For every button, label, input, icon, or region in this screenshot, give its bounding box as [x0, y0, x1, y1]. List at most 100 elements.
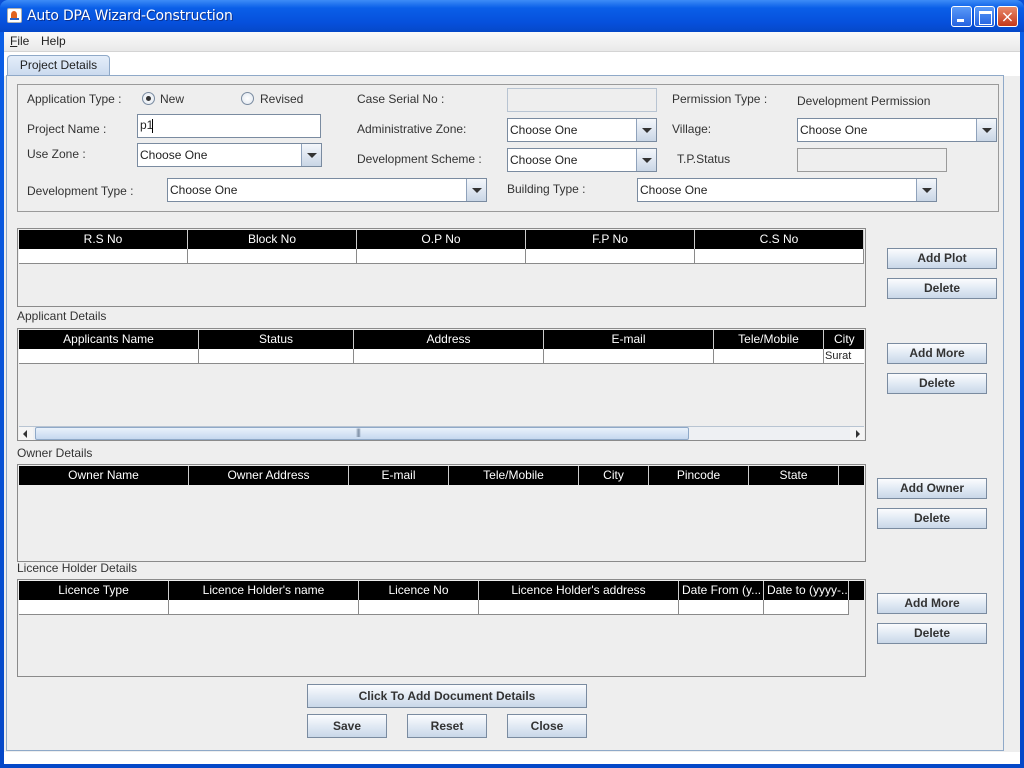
- scroll-left-icon[interactable]: [19, 427, 33, 440]
- minimize-button[interactable]: [951, 6, 972, 27]
- table-cell[interactable]: [359, 600, 479, 615]
- chevron-down-icon[interactable]: [636, 119, 656, 141]
- table-cell[interactable]: [354, 349, 544, 364]
- tp-status-field[interactable]: [797, 148, 947, 172]
- delete-owner-button[interactable]: Delete: [877, 508, 987, 529]
- radio-revised[interactable]: [241, 92, 254, 105]
- tab-project-details[interactable]: Project Details: [7, 55, 110, 76]
- column-header[interactable]: Date From (y...: [679, 581, 764, 600]
- building-type-value: Choose One: [640, 183, 708, 197]
- table-cell[interactable]: [19, 249, 188, 264]
- case-serial-no-field[interactable]: [507, 88, 657, 112]
- table-cell[interactable]: [695, 249, 864, 264]
- use-zone-select[interactable]: Choose One: [137, 143, 322, 167]
- delete-licence-button[interactable]: Delete: [877, 623, 987, 644]
- table-cell[interactable]: [479, 600, 679, 615]
- table-cell[interactable]: [679, 600, 764, 615]
- column-header[interactable]: Address: [354, 330, 544, 349]
- table-cell[interactable]: [19, 349, 199, 364]
- column-header[interactable]: R.S No: [19, 230, 188, 249]
- chevron-down-icon[interactable]: [301, 144, 321, 166]
- table-cell[interactable]: [188, 249, 357, 264]
- chevron-down-icon[interactable]: [976, 119, 996, 141]
- development-type-label: Development Type :: [27, 184, 134, 198]
- column-header[interactable]: Licence Type: [19, 581, 169, 600]
- project-name-input[interactable]: p1: [137, 114, 321, 138]
- table-cell[interactable]: [199, 349, 354, 364]
- table-cell[interactable]: [526, 249, 695, 264]
- column-header[interactable]: Status: [199, 330, 354, 349]
- scrollbar-thumb[interactable]: [35, 427, 689, 440]
- building-type-select[interactable]: Choose One: [637, 178, 937, 202]
- horizontal-scrollbar[interactable]: [19, 426, 864, 440]
- column-header[interactable]: Applicants Name: [19, 330, 199, 349]
- menu-help[interactable]: Help: [41, 34, 66, 48]
- column-header[interactable]: Tele/Mobile: [714, 330, 824, 349]
- development-type-select[interactable]: Choose One: [167, 178, 487, 202]
- plot-table-header: R.S No Block No O.P No F.P No C.S No: [19, 230, 864, 249]
- permission-type-label: Permission Type :: [672, 92, 768, 106]
- column-header[interactable]: E-mail: [349, 466, 449, 485]
- radio-revised-label[interactable]: Revised: [260, 92, 303, 106]
- column-header[interactable]: C.S No: [695, 230, 864, 249]
- table-cell[interactable]: [19, 600, 169, 615]
- table-cell[interactable]: [714, 349, 824, 364]
- table-row[interactable]: Surat: [19, 349, 864, 364]
- scroll-right-icon[interactable]: [850, 427, 864, 440]
- administrative-zone-select[interactable]: Choose One: [507, 118, 657, 142]
- close-button[interactable]: Close: [507, 714, 587, 738]
- development-scheme-select[interactable]: Choose One: [507, 148, 657, 172]
- reset-button[interactable]: Reset: [407, 714, 487, 738]
- table-cell[interactable]: [169, 600, 359, 615]
- menu-file[interactable]: File: [10, 34, 29, 48]
- add-plot-button[interactable]: Add Plot: [887, 248, 997, 269]
- column-header[interactable]: Licence No: [359, 581, 479, 600]
- add-licence-button[interactable]: Add More: [877, 593, 987, 614]
- column-header[interactable]: Tele/Mobile: [449, 466, 579, 485]
- column-header[interactable]: Block No: [188, 230, 357, 249]
- add-applicant-button[interactable]: Add More: [887, 343, 987, 364]
- chevron-down-icon[interactable]: [916, 179, 936, 201]
- table-row[interactable]: [19, 249, 864, 264]
- village-select[interactable]: Choose One: [797, 118, 997, 142]
- text-caret: [152, 119, 153, 133]
- column-header[interactable]: Owner Address: [189, 466, 349, 485]
- chevron-down-icon[interactable]: [466, 179, 486, 201]
- window-title: Auto DPA Wizard-Construction: [27, 8, 233, 24]
- delete-applicant-button[interactable]: Delete: [887, 373, 987, 394]
- use-zone-value: Choose One: [140, 148, 208, 162]
- column-header[interactable]: City: [824, 330, 865, 349]
- column-header[interactable]: City: [579, 466, 649, 485]
- column-header[interactable]: F.P No: [526, 230, 695, 249]
- column-header[interactable]: Pincode: [649, 466, 749, 485]
- radio-new-label[interactable]: New: [160, 92, 184, 106]
- administrative-zone-label: Administrative Zone:: [357, 122, 467, 136]
- building-type-label: Building Type :: [507, 182, 586, 196]
- column-header[interactable]: Owner Name: [19, 466, 189, 485]
- add-owner-button[interactable]: Add Owner: [877, 478, 987, 499]
- delete-plot-button[interactable]: Delete: [887, 278, 997, 299]
- applicant-table-header: Applicants Name Status Address E-mail Te…: [19, 330, 864, 349]
- title-bar[interactable]: Auto DPA Wizard-Construction ×: [0, 0, 1024, 32]
- chevron-down-icon[interactable]: [636, 149, 656, 171]
- table-row[interactable]: [19, 600, 849, 615]
- application-type-label: Application Type :: [27, 92, 122, 106]
- save-button[interactable]: Save: [307, 714, 387, 738]
- table-cell[interactable]: [544, 349, 714, 364]
- radio-new[interactable]: [142, 92, 155, 105]
- column-header[interactable]: State: [749, 466, 839, 485]
- column-header[interactable]: E-mail: [544, 330, 714, 349]
- development-scheme-value: Choose One: [510, 153, 578, 167]
- column-header[interactable]: Licence Holder's name: [169, 581, 359, 600]
- column-header[interactable]: Date to (yyyy-...: [764, 581, 849, 600]
- add-document-details-button[interactable]: Click To Add Document Details: [307, 684, 587, 708]
- close-window-button[interactable]: ×: [997, 6, 1018, 27]
- table-cell[interactable]: [357, 249, 526, 264]
- case-serial-no-label: Case Serial No :: [357, 92, 445, 106]
- village-value: Choose One: [800, 123, 868, 137]
- column-header[interactable]: O.P No: [357, 230, 526, 249]
- table-cell[interactable]: [764, 600, 849, 615]
- table-cell[interactable]: Surat: [824, 349, 865, 364]
- column-header[interactable]: Licence Holder's address: [479, 581, 679, 600]
- maximize-button[interactable]: [974, 6, 995, 27]
